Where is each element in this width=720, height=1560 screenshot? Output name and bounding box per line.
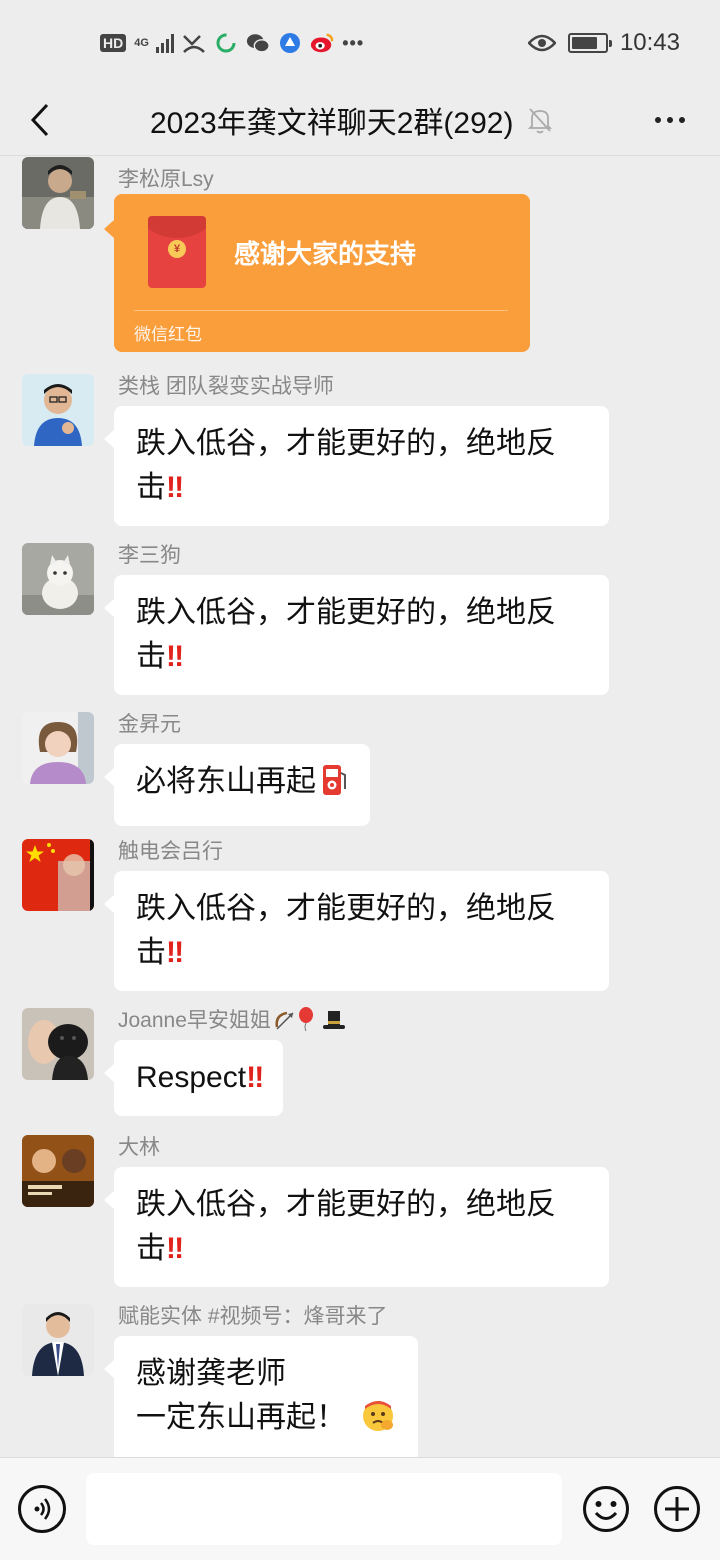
balloon-icon <box>298 1007 313 1032</box>
avatar[interactable] <box>22 374 94 446</box>
browser-icon <box>278 31 302 55</box>
voice-input-button[interactable] <box>18 1485 66 1533</box>
status-time: 10:43 <box>619 29 680 56</box>
more-options-button[interactable] <box>648 102 692 138</box>
chat-header: 2023年龚文祥聊天2群(292) <box>0 84 720 156</box>
message-bubble[interactable]: Respect‼ <box>103 1040 284 1116</box>
sender-name: 赋能实体 #视频号：烽哥来了 <box>118 1305 388 1328</box>
message-text: 感谢龚老师 <box>136 1357 286 1390</box>
message-bubble[interactable]: 感谢龚老师一定东山再起！ <box>104 1336 418 1457</box>
sender-name: 触电会吕行 <box>118 840 223 863</box>
message-text: 跌入低谷，才能更好的，绝地反 <box>136 596 556 629</box>
sender-name: 李三狗 <box>118 544 181 567</box>
double-exclamation-icon: ‼ <box>166 640 184 673</box>
weibo-icon <box>310 31 334 55</box>
voice-icon <box>34 1498 51 1520</box>
sync-app-icon <box>214 31 238 55</box>
bow-and-arrow-icon <box>275 1011 294 1030</box>
message-bubble[interactable]: 跌入低谷，才能更好的，绝地反 击‼ <box>104 575 609 695</box>
more-functions-button[interactable] <box>653 1485 701 1533</box>
double-exclamation-icon: ‼ <box>246 1061 264 1094</box>
red-packet-label: 微信红包 <box>134 325 202 344</box>
message-text: 击 <box>136 936 166 969</box>
fuel-pump-icon <box>320 763 348 810</box>
sender-name: 类栈 团队裂变实战导师 <box>118 375 334 398</box>
emoji-button[interactable] <box>582 1485 630 1533</box>
message-text: 击 <box>136 1232 166 1265</box>
sender-name: 金昇元 <box>118 713 181 736</box>
avatar[interactable] <box>22 712 94 784</box>
sender-name: 李松原Lsy <box>118 168 214 191</box>
message-bubble[interactable]: 必将东山再起 <box>104 744 370 826</box>
message-bubble[interactable]: 跌入低谷，才能更好的，绝地反 击‼ <box>104 1167 609 1287</box>
status-bar: HD 4G ••• 10:43 <box>0 0 720 84</box>
smiley-icon <box>583 1486 629 1532</box>
chevron-left-icon <box>30 103 49 137</box>
avatar[interactable] <box>22 839 94 911</box>
wechat-icon <box>246 31 271 55</box>
eye-comfort-icon <box>527 31 556 55</box>
title-group: 2023年龚文祥聊天2群(292) <box>150 84 553 156</box>
message-text: Respect <box>136 1061 247 1094</box>
plus-icon <box>654 1486 700 1532</box>
avatar[interactable] <box>22 1135 94 1207</box>
message-bubble[interactable]: 跌入低谷，才能更好的，绝地反 击‼ <box>104 871 609 991</box>
message-text: 必将东山再起 <box>136 765 316 798</box>
message-text: 跌入低谷，才能更好的，绝地反 <box>136 892 556 925</box>
avatar[interactable] <box>22 1304 94 1376</box>
page-title: 2023年龚文祥聊天2群(292) <box>150 107 514 140</box>
battery-level <box>571 37 598 49</box>
sender-name-row: Joanne早安姐姐 <box>118 1004 347 1034</box>
battery-icon <box>567 33 612 53</box>
back-button[interactable] <box>20 96 60 144</box>
red-packet-greeting: 感谢大家的支持 <box>234 239 417 269</box>
top-hat-icon <box>322 1011 345 1029</box>
hd-badge: HD <box>100 34 127 52</box>
message-input[interactable] <box>86 1473 562 1545</box>
status-left-icons: HD 4G ••• <box>100 28 364 58</box>
double-exclamation-icon: ‼ <box>166 471 184 504</box>
sender-name: 大林 <box>118 1136 160 1159</box>
double-exclamation-icon: ‼ <box>166 936 184 969</box>
input-toolbar <box>0 1457 720 1560</box>
missed-call-icon <box>182 31 206 55</box>
avatar[interactable] <box>22 157 94 229</box>
red-envelope-icon: ¥ <box>148 216 206 288</box>
network-type: 4G <box>134 37 149 49</box>
red-packet[interactable]: ¥ 感谢大家的支持 微信红包 <box>104 194 530 352</box>
signal-icon <box>156 33 175 53</box>
avatar[interactable] <box>22 1008 94 1080</box>
message-bubble[interactable]: 跌入低谷，才能更好的，绝地反 击‼ <box>104 406 609 526</box>
mute-bell-icon <box>528 108 553 134</box>
message-item: 李松原Lsy ¥ 感谢大家的支持 微信红包 <box>0 157 720 357</box>
message-list[interactable]: 李松原Lsy ¥ 感谢大家的支持 微信红包 类栈 团队裂变实战导师 跌入低谷，才… <box>0 157 720 1457</box>
sender-name: Joanne早安姐姐 <box>118 1009 271 1032</box>
message-text: 跌入低谷，才能更好的，绝地反 <box>136 1188 556 1221</box>
message-text: 击 <box>136 640 166 673</box>
avatar[interactable] <box>22 543 94 615</box>
status-right-icons: 10:43 <box>527 28 680 58</box>
more-notifications-icon: ••• <box>342 32 365 53</box>
double-exclamation-icon: ‼ <box>166 1232 184 1265</box>
message-text: 一定东山再起！ <box>136 1401 346 1434</box>
salute-face-icon <box>360 1397 396 1446</box>
message-text: 跌入低谷，才能更好的，绝地反 <box>136 427 556 460</box>
message-text: 击 <box>136 471 166 504</box>
